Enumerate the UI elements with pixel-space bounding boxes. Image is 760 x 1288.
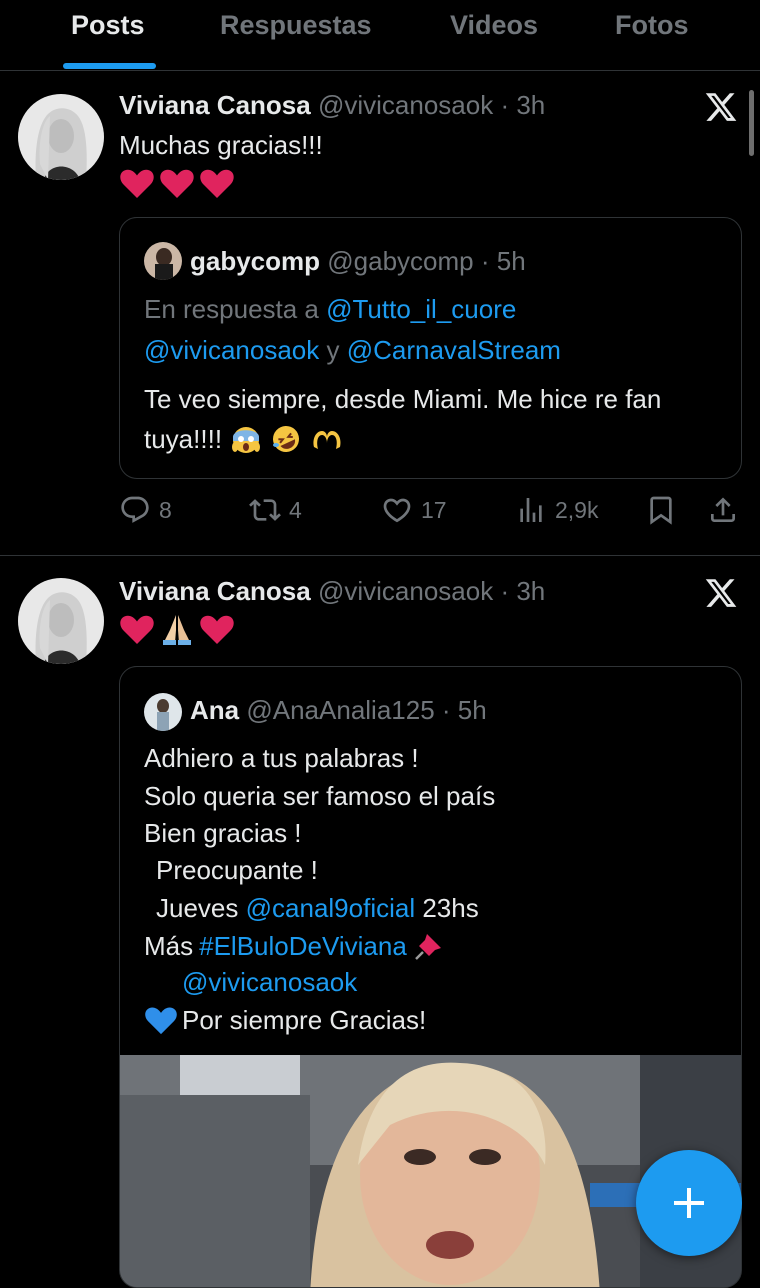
quoted-author-name[interactable]: Ana <box>190 695 239 725</box>
quoted-post-time: 5h <box>457 695 487 725</box>
quoted-text-line: tuya!!!! <box>144 423 344 455</box>
quoted-text-line: Por siempre Gracias! <box>144 1004 426 1036</box>
author-handle[interactable]: @vivicanosaok <box>318 576 493 606</box>
quoted-avatar[interactable] <box>144 693 182 731</box>
quoted-text-line: Jueves @canal9oficial 23hs <box>156 893 479 924</box>
red-heart-icon <box>120 169 154 198</box>
red-heart-icon <box>120 615 154 644</box>
folded-hands-icon <box>163 615 191 645</box>
bookmark-button[interactable] <box>645 494 677 526</box>
views-icon <box>520 498 542 522</box>
red-heart-icon <box>200 615 234 644</box>
quoted-post[interactable]: gabycomp @gabycomp · 5h En respuesta a @… <box>119 217 742 479</box>
post-header: Viviana Canosa @vivicanosaok · 3h <box>119 576 546 606</box>
post-header: Viviana Canosa @vivicanosaok · 3h <box>119 90 546 120</box>
author-name[interactable]: Viviana Canosa <box>119 576 311 606</box>
compose-post-button[interactable] <box>636 1150 742 1256</box>
pushpin-icon <box>414 934 441 960</box>
compose-plus-icon <box>674 1188 704 1218</box>
hashtag-link[interactable]: #ElBuloDeViviana <box>199 931 407 962</box>
reply-icon <box>121 496 149 523</box>
quoted-text-line: Solo queria ser famoso el país <box>144 781 496 811</box>
heart-hands-icon <box>313 431 341 449</box>
share-icon <box>711 497 735 522</box>
repost-count: 4 <box>289 496 302 523</box>
quoted-avatar[interactable] <box>144 242 182 280</box>
repost-icon <box>249 499 281 521</box>
active-tab-indicator <box>63 63 156 69</box>
x-logo-icon <box>705 579 737 607</box>
quoted-text: Más <box>144 930 194 961</box>
post-actions: 8 4 17 2,9k <box>119 494 744 534</box>
rofl-face-icon <box>273 426 300 452</box>
reply-context: En respuesta a @Tutto_il_cuore <box>144 294 516 325</box>
quoted-text-line: Adhiero a tus palabras ! <box>144 743 419 773</box>
like-icon <box>383 498 411 523</box>
author-handle[interactable]: @vivicanosaok <box>318 90 493 120</box>
red-heart-icon <box>200 169 234 198</box>
avatar[interactable] <box>18 94 104 180</box>
quoted-text-line: Más #ElBuloDeViviana <box>144 930 445 962</box>
repost-button[interactable]: 4 <box>249 494 302 526</box>
mention-link[interactable]: @Tutto_il_cuore <box>326 294 516 324</box>
blue-heart-icon <box>145 1007 177 1035</box>
screaming-face-icon <box>232 427 261 453</box>
post-time[interactable]: 3h <box>516 90 545 120</box>
tab-respuestas[interactable]: Respuestas <box>220 10 372 41</box>
like-button[interactable]: 17 <box>381 494 447 526</box>
emoji-line <box>119 166 235 200</box>
author-name[interactable]: Viviana Canosa <box>119 90 311 120</box>
post[interactable]: Viviana Canosa @vivicanosaok · 3h Muchas… <box>0 70 760 556</box>
reply-button[interactable]: 8 <box>119 494 172 526</box>
quoted-text: 23hs <box>422 893 479 923</box>
post-text: Muchas gracias!!! <box>119 130 323 160</box>
x-logo-icon <box>705 93 737 121</box>
quoted-text-line: Te veo siempre, desde Miami. Me hice re … <box>144 384 662 414</box>
reply-prefix: En respuesta a <box>144 294 319 324</box>
bookmark-icon <box>650 496 672 525</box>
quoted-author-handle[interactable]: @AnaAnalia125 <box>246 695 434 725</box>
emoji-line <box>119 612 235 646</box>
quoted-author-handle[interactable]: @gabycomp <box>327 246 473 276</box>
quoted-text-line: Bien gracias ! <box>144 818 302 848</box>
mention-link[interactable]: @CarnavalStream <box>347 335 561 365</box>
reply-count: 8 <box>159 496 172 523</box>
quoted-post-time: 5h <box>496 246 526 276</box>
mention-link[interactable]: @vivicanosaok <box>182 967 357 997</box>
post[interactable]: Viviana Canosa @vivicanosaok · 3h Ana @A… <box>0 556 760 1288</box>
tab-fotos[interactable]: Fotos <box>615 10 689 41</box>
quoted-text: tuya!!!! <box>144 423 223 454</box>
avatar[interactable] <box>18 578 104 664</box>
quoted-text-line: Preocupante ! <box>156 855 318 885</box>
profile-tabs: Posts Respuestas Videos Fotos <box>0 0 760 71</box>
quoted-text-line: @vivicanosaok <box>182 967 357 998</box>
red-heart-icon <box>160 169 194 198</box>
view-count: 2,9k <box>555 496 599 523</box>
quoted-text: Por siempre Gracias! <box>182 1004 427 1035</box>
mention-link[interactable]: @canal9oficial <box>246 893 415 923</box>
reply-context-line-2: @vivicanosaok y @CarnavalStream <box>144 335 561 366</box>
mention-link[interactable]: @vivicanosaok <box>144 335 319 365</box>
tab-posts[interactable]: Posts <box>71 10 145 41</box>
reply-conjunction: y <box>326 335 340 365</box>
like-count: 17 <box>421 496 447 523</box>
views-button[interactable]: 2,9k <box>515 494 598 526</box>
share-button[interactable] <box>707 494 739 526</box>
quoted-author-name[interactable]: gabycomp <box>190 246 320 276</box>
tab-videos[interactable]: Videos <box>450 10 538 41</box>
quoted-text: Jueves <box>156 893 239 923</box>
post-time[interactable]: 3h <box>516 576 545 606</box>
